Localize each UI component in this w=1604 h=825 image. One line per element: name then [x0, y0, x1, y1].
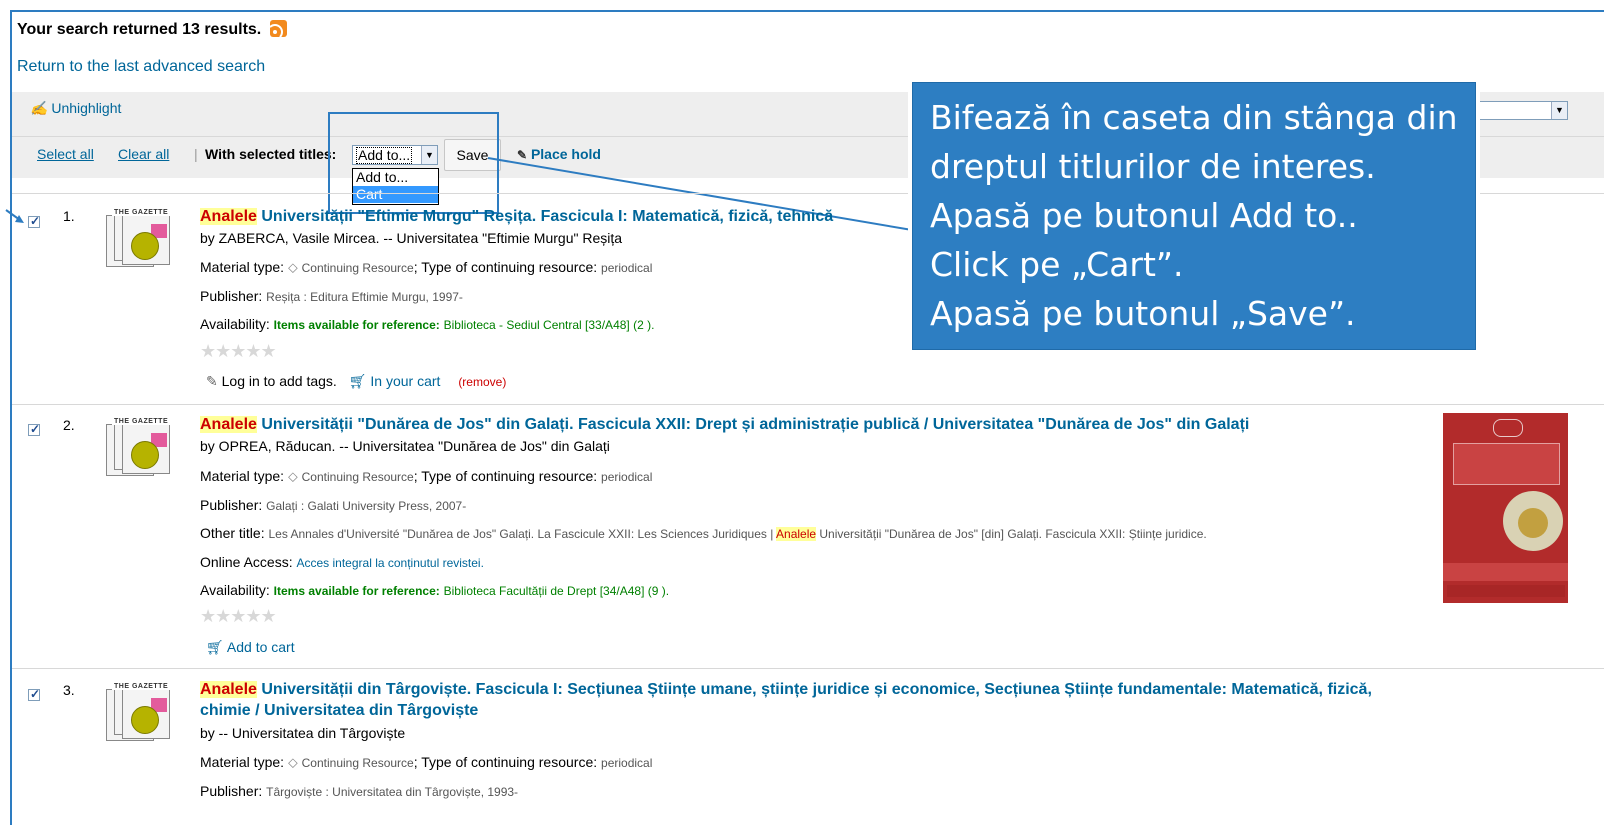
- cr-type-label: ; Type of continuing resource:: [413, 259, 598, 275]
- newspaper-icon: THE GAZETTE: [106, 416, 176, 480]
- result-checkbox[interactable]: [28, 687, 40, 701]
- other-title-label: Other title:: [200, 525, 265, 541]
- material-type-value: Continuing Resource: [301, 756, 414, 770]
- material-type-label: Material type:: [200, 259, 285, 275]
- publisher-row: Publisher: Reșița : Editura Eftimie Murg…: [200, 288, 463, 304]
- publisher-label: Publisher:: [200, 783, 263, 799]
- cart-icon: 🛒︎: [206, 639, 224, 655]
- add-to-cart-row: 🛒︎ Add to cart: [206, 639, 295, 656]
- other-title-highlight: Analele: [776, 527, 817, 541]
- material-type-label: Material type:: [200, 754, 285, 770]
- availability-location[interactable]: Biblioteca - Sediul Central [33/A48] (2 …: [444, 318, 655, 332]
- material-type-row: Material type: ⬦ Continuing Resource; Ty…: [200, 259, 652, 276]
- remove-from-cart-link[interactable]: (remove): [458, 375, 506, 389]
- tag-icon: ⬦: [287, 259, 298, 275]
- gazette-label: THE GAZETTE: [112, 209, 171, 216]
- rating-stars[interactable]: ★★★★★: [200, 606, 277, 627]
- cr-type-value: periodical: [601, 261, 653, 275]
- online-access-label: Online Access:: [200, 554, 293, 570]
- add-to-cart-link[interactable]: Add to cart: [227, 639, 295, 655]
- callout-line: Click pe „Cart”.: [930, 245, 1184, 284]
- publisher-label: Publisher:: [200, 497, 263, 513]
- title-highlight: Analele: [200, 208, 257, 225]
- cr-type-label: ; Type of continuing resource:: [413, 468, 598, 484]
- other-title-text-end: Universității "Dunărea de Jos" [din] Gal…: [816, 527, 1207, 541]
- tag-icon: ⬦: [287, 754, 298, 770]
- availability-label: Availability:: [200, 582, 270, 598]
- availability-status: Items available for reference:: [273, 584, 440, 598]
- result-number: 3.: [63, 682, 75, 698]
- cr-type-value: periodical: [601, 756, 653, 770]
- title-highlight: Analele: [200, 681, 257, 698]
- publisher-label: Publisher:: [200, 288, 263, 304]
- publisher-value: Târgoviște : Universitatea din Târgovișt…: [266, 785, 519, 799]
- rating-stars[interactable]: ★★★★★: [200, 341, 277, 362]
- cart-icon: 🛒︎: [348, 373, 367, 389]
- result-author: by -- Universitatea din Târgoviște: [200, 725, 406, 741]
- tag-pencil-icon: ✎: [206, 373, 218, 389]
- result-checkbox[interactable]: [28, 214, 40, 228]
- result-author: by ZABERCA, Vasile Mircea. -- Universita…: [200, 230, 623, 246]
- material-type-row: Material type: ⬦ Continuing Resource; Ty…: [200, 468, 652, 485]
- tag-icon: ⬦: [287, 468, 298, 484]
- publisher-row: Publisher: Târgoviște : Universitatea di…: [200, 783, 518, 799]
- availability-location[interactable]: Biblioteca Facultății de Drept [34/A48] …: [444, 584, 669, 598]
- callout-line: Bifează în caseta din stânga din: [930, 98, 1458, 137]
- other-title-row: Other title: Les Annales d'Université "D…: [200, 525, 1207, 541]
- material-type-value: Continuing Resource: [301, 261, 414, 275]
- material-type-label: Material type:: [200, 468, 285, 484]
- title-text: Universității "Dunărea de Jos" din Galaț…: [256, 416, 1250, 433]
- result-number: 1.: [63, 208, 75, 224]
- gazette-label: THE GAZETTE: [112, 418, 171, 425]
- result-title-link[interactable]: Analele Universității "Eftimie Murgu" Re…: [200, 208, 833, 226]
- result-title-link[interactable]: Analele Universității "Dunărea de Jos" d…: [200, 416, 1249, 434]
- title-text: Universității din Târgoviște. Fascicula …: [256, 681, 1372, 698]
- other-title-text: Les Annales d'Université "Dunărea de Jos…: [268, 527, 777, 541]
- material-type-row: Material type: ⬦ Continuing Resource; Ty…: [200, 754, 652, 771]
- newspaper-icon: THE GAZETTE: [106, 207, 176, 271]
- title-highlight: Analele: [200, 416, 257, 433]
- result-author: by OPREA, Răducan. -- Universitatea "Dun…: [200, 438, 610, 454]
- cr-type-value: periodical: [601, 470, 653, 484]
- availability-status: Items available for reference:: [273, 318, 440, 332]
- result-divider: [12, 404, 1604, 405]
- publisher-row: Publisher: Galați : Galati University Pr…: [200, 497, 466, 513]
- publisher-value: Reșița : Editura Eftimie Murgu, 1997-: [266, 290, 463, 304]
- online-access-link[interactable]: Acces integral la conținutul revistei.: [297, 556, 484, 570]
- result-number: 2.: [63, 417, 75, 433]
- online-access-row: Online Access: Acces integral la conținu…: [200, 554, 484, 570]
- callout-line: Apasă pe butonul „Save”.: [930, 294, 1356, 333]
- newspaper-icon: THE GAZETTE: [106, 681, 176, 745]
- title-text: Universității "Eftimie Murgu" Reșița. Fa…: [256, 208, 834, 225]
- availability-row: Availability: Items available for refere…: [200, 582, 669, 598]
- callout-line: dreptul titlurilor de interes.: [930, 147, 1376, 186]
- journal-cover-image[interactable]: [1443, 413, 1568, 603]
- cr-type-label: ; Type of continuing resource:: [413, 754, 598, 770]
- result-checkbox[interactable]: [28, 422, 40, 436]
- material-type-value: Continuing Resource: [301, 470, 414, 484]
- in-cart-link[interactable]: In your cart: [370, 373, 440, 389]
- result-title-link-line2[interactable]: chimie / Universitatea din Târgoviște: [200, 702, 478, 720]
- login-tags-text: Log in to add tags.: [221, 373, 337, 389]
- callout-line: Apasă pe butonul Add to..: [930, 196, 1358, 235]
- result-title-link[interactable]: Analele Universității din Târgoviște. Fa…: [200, 681, 1372, 699]
- publisher-value: Galați : Galati University Press, 2007-: [266, 499, 467, 513]
- instruction-callout: Bifează în caseta din stânga din dreptul…: [912, 82, 1476, 350]
- availability-row: Availability: Items available for refere…: [200, 316, 654, 332]
- result-divider: [12, 668, 1604, 669]
- availability-label: Availability:: [200, 316, 270, 332]
- tags-row: ✎ Log in to add tags. 🛒︎ In your cart (r…: [206, 373, 506, 390]
- gazette-label: THE GAZETTE: [112, 683, 171, 690]
